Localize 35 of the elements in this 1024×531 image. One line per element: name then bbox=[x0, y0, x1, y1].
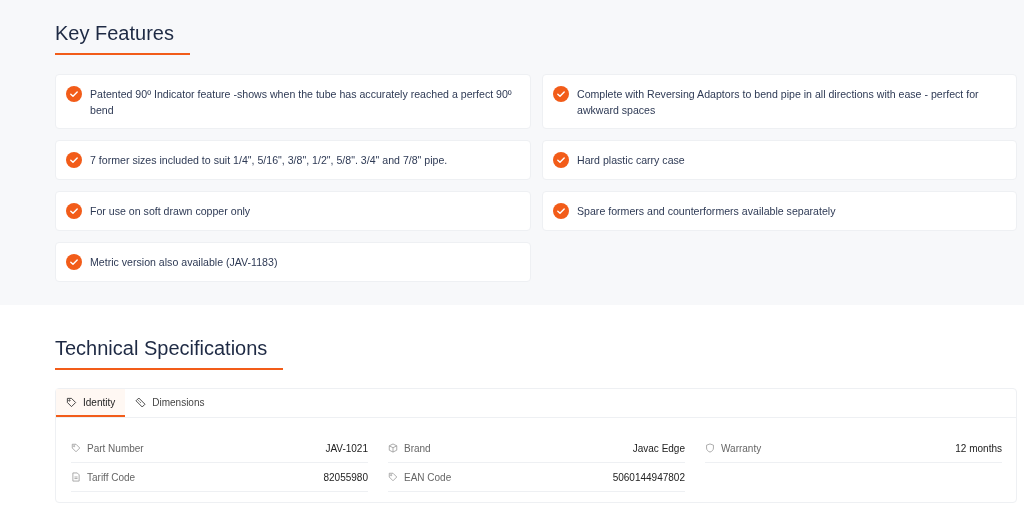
check-icon bbox=[66, 152, 82, 168]
ruler-icon bbox=[135, 397, 147, 408]
tab[interactable]: Identity bbox=[56, 389, 126, 417]
feature-text: 7 former sizes included to suit 1/4", 5/16", 3/8", 1/2", 5/8". 3/4" and 7/8" pipe. bbox=[90, 153, 448, 168]
spec-value: Javac Edge bbox=[632, 442, 685, 454]
feature-text: Hard plastic carry case bbox=[577, 153, 685, 168]
section-title: Technical Specifications bbox=[55, 336, 269, 361]
feature-text: For use on soft drawn copper only bbox=[90, 204, 251, 219]
check-icon bbox=[553, 86, 569, 102]
spec-value: 12 months bbox=[955, 442, 1002, 454]
feature-text: Spare formers and counterformers available separately bbox=[577, 204, 836, 219]
spec-value: 82055980 bbox=[323, 471, 368, 483]
spec-label: Part Number bbox=[87, 442, 144, 454]
feature-text: Complete with Reversing Adaptors to bend pipe in all directions with ease - perfect for awkward spaces bbox=[577, 87, 980, 118]
check-icon bbox=[66, 203, 82, 219]
shield-icon bbox=[705, 443, 715, 453]
check-icon bbox=[66, 86, 82, 102]
tag-icon bbox=[66, 397, 77, 408]
check-icon bbox=[553, 152, 569, 168]
spec-value: JAV-1021 bbox=[325, 442, 368, 454]
spec-label: Tariff Code bbox=[87, 471, 136, 483]
tag-icon bbox=[388, 472, 398, 482]
check-icon bbox=[553, 203, 569, 219]
cube-icon bbox=[388, 443, 398, 453]
tab[interactable]: Dimensions bbox=[125, 389, 215, 417]
section-title: Key Features bbox=[55, 21, 175, 46]
spec-label: EAN Code bbox=[404, 471, 452, 483]
tag-icon bbox=[71, 443, 81, 453]
feature-text: Patented 90º Indicator feature -shows when the tube has accurately reached a perfect 90º bend bbox=[90, 87, 513, 118]
check-icon bbox=[66, 254, 82, 270]
spec-label: Warranty bbox=[721, 442, 762, 454]
feature-text: Metric version also available (JAV-1183) bbox=[90, 255, 278, 270]
document-icon bbox=[71, 472, 81, 482]
spec-label: Brand bbox=[404, 442, 431, 454]
spec-value: 5060144947802 bbox=[612, 471, 685, 483]
